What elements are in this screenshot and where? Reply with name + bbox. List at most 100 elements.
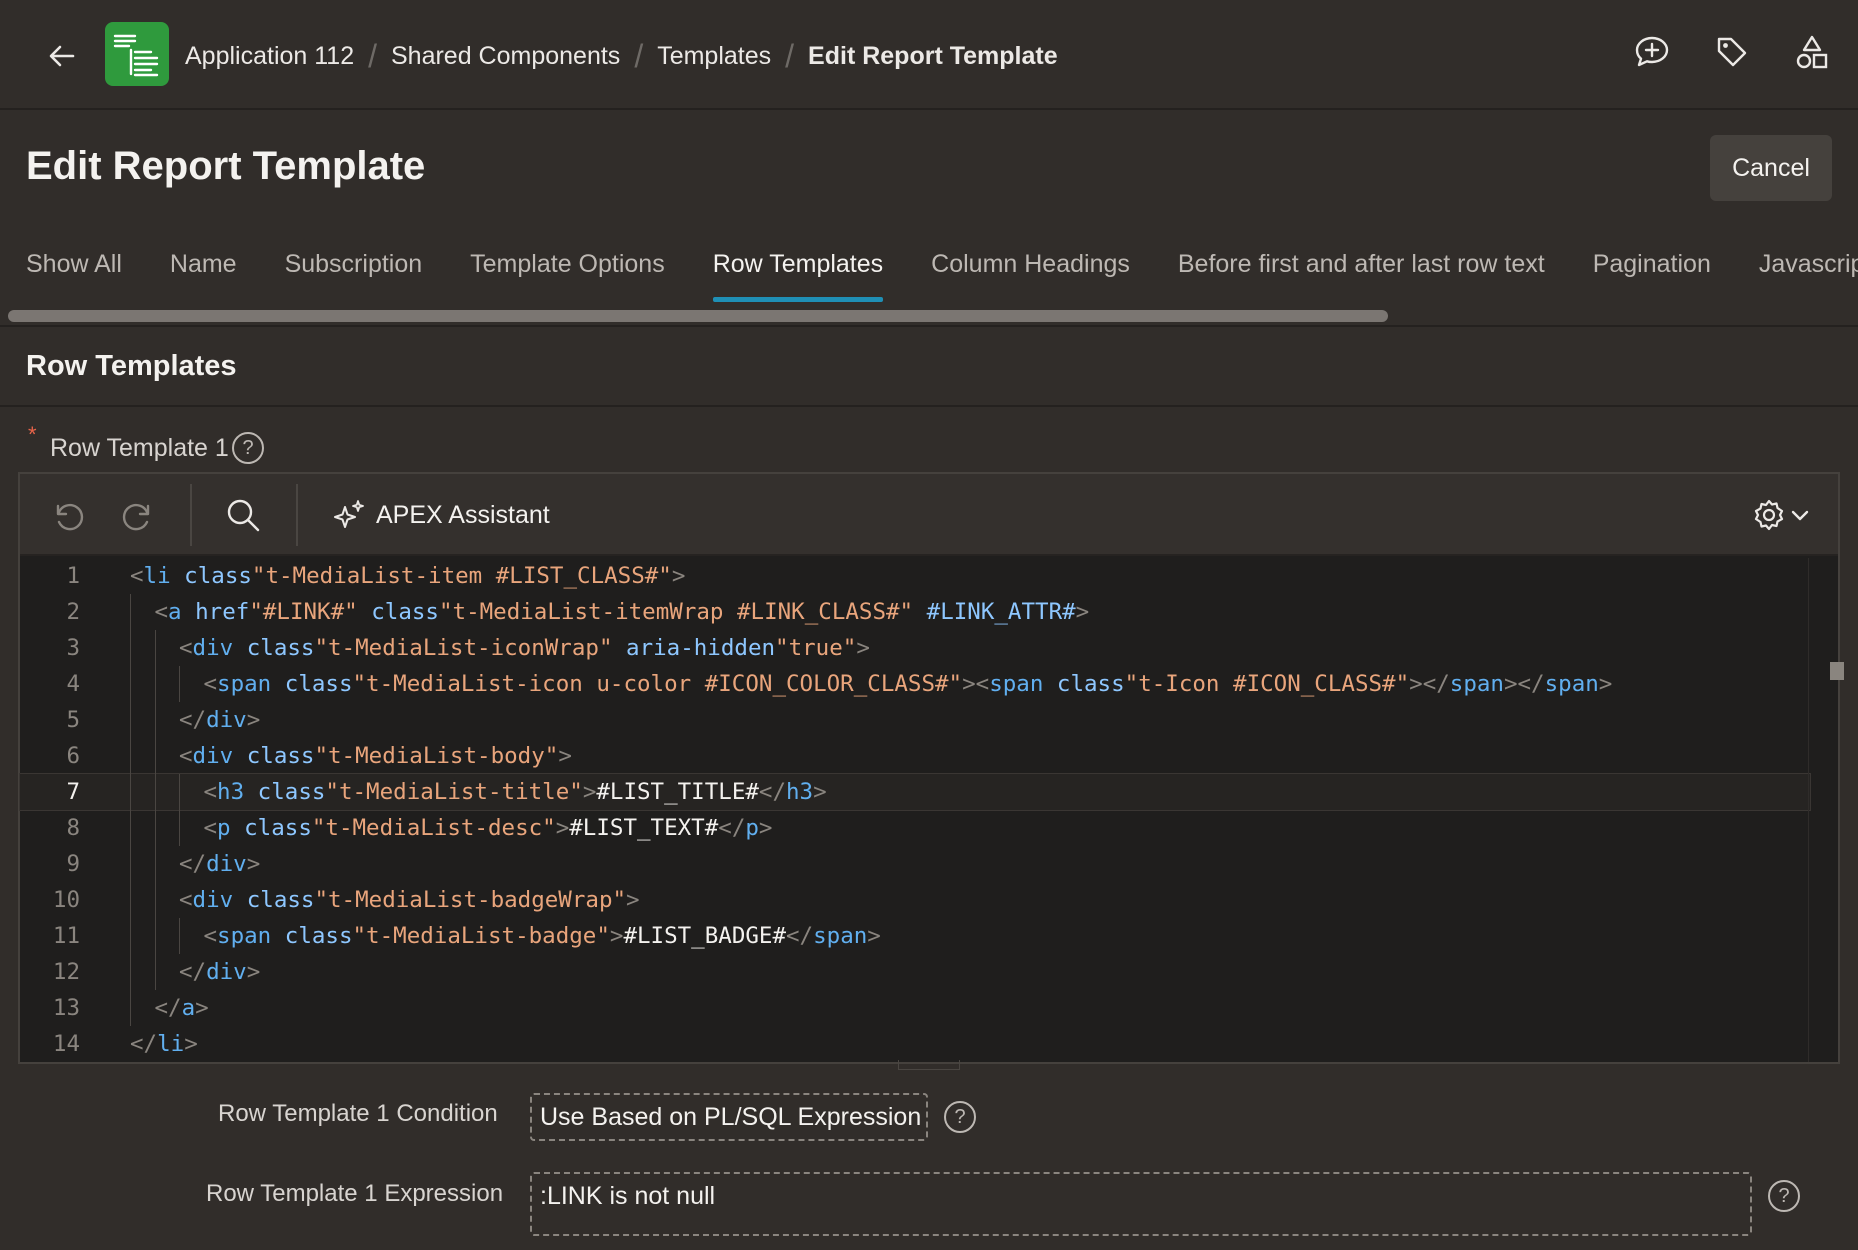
breadcrumb-shared-components[interactable]: Shared Components bbox=[391, 42, 620, 71]
help-icon[interactable]: ? bbox=[944, 1101, 976, 1133]
code-line[interactable]: 13 </a> bbox=[20, 990, 1810, 1026]
indent-guide bbox=[179, 666, 181, 702]
tabs-scrollbar[interactable] bbox=[8, 310, 1388, 322]
redo-icon bbox=[122, 503, 150, 531]
redo-button[interactable] bbox=[116, 492, 162, 538]
chevron-down-icon bbox=[1791, 510, 1809, 521]
toolbar-separator bbox=[296, 484, 298, 546]
code-text: </a> bbox=[154, 995, 209, 1021]
code-line[interactable]: 1 <li class"t-MediaList-item #LIST_CLASS#… bbox=[20, 558, 1810, 594]
line-number: 11 bbox=[52, 923, 80, 949]
editor-toolbar: APEX Assistant bbox=[20, 474, 1838, 556]
scrollbar-thumb[interactable] bbox=[1830, 662, 1844, 680]
tab-pagination[interactable]: Pagination bbox=[1593, 246, 1711, 302]
code-text: <h3 class"t-MediaList-title">#LIST_TITLE… bbox=[203, 779, 827, 805]
top-header: Application 112 / Shared Components / Te… bbox=[0, 0, 1858, 110]
search-button[interactable] bbox=[220, 492, 266, 538]
code-text: <div class"t-MediaList-badgeWrap"> bbox=[179, 887, 640, 913]
breadcrumb-current: Edit Report Template bbox=[808, 41, 1058, 70]
line-number: 6 bbox=[66, 743, 80, 769]
app-icon[interactable] bbox=[105, 22, 169, 86]
top-actions bbox=[1630, 30, 1834, 74]
code-text: <div class"t-MediaList-body"> bbox=[179, 743, 572, 769]
line-number: 3 bbox=[66, 635, 80, 661]
code-line[interactable]: 9 </div> bbox=[20, 846, 1810, 882]
undo-icon bbox=[56, 503, 84, 531]
code-line[interactable]: 8 <p class"t-MediaList-desc">#LIST_TEXT#<… bbox=[20, 810, 1810, 846]
indent-guide bbox=[179, 774, 181, 846]
tab-before-after-row-text[interactable]: Before first and after last row text bbox=[1178, 246, 1545, 302]
shapes-icon bbox=[1796, 35, 1828, 69]
tab-name[interactable]: Name bbox=[170, 246, 237, 302]
breadcrumb-application[interactable]: Application 112 bbox=[185, 42, 354, 71]
chat-plus-icon bbox=[1635, 36, 1669, 67]
condition-select[interactable]: Use Based on PL/SQL Expression bbox=[530, 1093, 928, 1141]
arrow-left-icon bbox=[49, 45, 75, 67]
code-text: <p class"t-MediaList-desc">#LIST_TEXT#</… bbox=[203, 815, 773, 841]
tab-template-options[interactable]: Template Options bbox=[470, 246, 665, 302]
code-line[interactable]: 14 </li> bbox=[20, 1026, 1810, 1062]
help-icon[interactable]: ? bbox=[1768, 1180, 1800, 1212]
tab-column-headings[interactable]: Column Headings bbox=[931, 246, 1130, 302]
required-indicator: * bbox=[28, 422, 37, 447]
code-text: <div class"t-MediaList-iconWrap" aria-hi… bbox=[179, 635, 870, 661]
code-line[interactable]: 10 <div class"t-MediaList-badgeWrap"> bbox=[20, 882, 1810, 918]
line-number: 9 bbox=[66, 851, 80, 877]
shapes-button[interactable] bbox=[1790, 30, 1834, 74]
breadcrumb-separator: / bbox=[368, 37, 377, 74]
line-number: 2 bbox=[66, 599, 80, 625]
code-text: <a href"#LINK#" class"t-MediaList-itemWr… bbox=[154, 599, 1090, 625]
line-number: 4 bbox=[66, 671, 80, 697]
editor-scrollbar[interactable] bbox=[1808, 558, 1838, 1062]
editor-settings-button[interactable] bbox=[1752, 492, 1810, 538]
breadcrumb: Application 112 / Shared Components / Te… bbox=[185, 34, 1058, 78]
line-number: 5 bbox=[66, 707, 80, 733]
tab-show-all[interactable]: Show All bbox=[26, 246, 122, 302]
breadcrumb-separator: / bbox=[785, 37, 795, 74]
indent-guide bbox=[154, 630, 156, 990]
code-text: <span class"t-MediaList-badge">#LIST_BAD… bbox=[203, 923, 881, 949]
cancel-button[interactable]: Cancel bbox=[1710, 135, 1832, 201]
tab-bar: Show All Name Subscription Template Opti… bbox=[26, 246, 1858, 302]
code-text: </li> bbox=[130, 1031, 198, 1057]
divider bbox=[0, 325, 1858, 327]
expression-textarea[interactable]: :LINK is not null bbox=[530, 1172, 1752, 1236]
code-line[interactable]: 11 <span class"t-MediaList-badge">#LIST_B… bbox=[20, 918, 1810, 954]
editor-resize-handle[interactable] bbox=[898, 1060, 960, 1070]
expression-label: Row Template 1 Expression bbox=[206, 1180, 504, 1207]
code-text: </div> bbox=[179, 851, 261, 877]
indent-guide bbox=[179, 918, 181, 954]
code-text: <li class"t-MediaList-item #LIST_CLASS#"… bbox=[130, 563, 686, 589]
apex-assistant-button[interactable]: APEX Assistant bbox=[332, 492, 550, 538]
section-title: Row Templates bbox=[26, 350, 237, 382]
row-template-label: Row Template 1 bbox=[50, 434, 229, 462]
code-text: </div> bbox=[179, 959, 261, 985]
help-icon[interactable]: ? bbox=[232, 432, 264, 464]
line-number: 8 bbox=[66, 815, 80, 841]
code-line[interactable]: 12 </div> bbox=[20, 954, 1810, 990]
page-title: Edit Report Template bbox=[26, 144, 426, 188]
undo-button[interactable] bbox=[44, 492, 90, 538]
back-button[interactable] bbox=[40, 34, 84, 78]
indent-guide bbox=[130, 594, 132, 1026]
tab-javascript[interactable]: Javascript bbox=[1759, 246, 1858, 302]
search-icon bbox=[227, 499, 260, 532]
feedback-button[interactable] bbox=[1630, 30, 1674, 74]
apex-assistant-label: APEX Assistant bbox=[376, 500, 550, 529]
code-line[interactable]: 7 <h3 class"t-MediaList-title">#LIST_TITL… bbox=[19, 773, 1811, 811]
code-line[interactable]: 6 <div class"t-MediaList-body"> bbox=[20, 738, 1810, 774]
line-number: 7 bbox=[66, 779, 80, 805]
code-line[interactable]: 5 </div> bbox=[20, 702, 1810, 738]
tab-subscription[interactable]: Subscription bbox=[285, 246, 423, 302]
code-line[interactable]: 4 <span class"t-MediaList-icon u-color #I… bbox=[20, 666, 1810, 702]
tag-button[interactable] bbox=[1710, 30, 1754, 74]
line-number: 10 bbox=[52, 887, 80, 913]
code-line[interactable]: 2 <a href"#LINK#" class"t-MediaList-itemW… bbox=[20, 594, 1810, 630]
condition-label: Row Template 1 Condition bbox=[218, 1100, 498, 1127]
breadcrumb-templates[interactable]: Templates bbox=[657, 42, 771, 71]
toolbar-separator bbox=[190, 484, 192, 546]
code-area[interactable]: 1 <li class"t-MediaList-item #LIST_CLASS#… bbox=[19, 558, 1811, 1062]
code-line[interactable]: 3 <div class"t-MediaList-iconWrap" aria-h… bbox=[20, 630, 1810, 666]
gear-icon bbox=[1754, 499, 1784, 531]
tab-row-templates[interactable]: Row Templates bbox=[712, 246, 884, 302]
